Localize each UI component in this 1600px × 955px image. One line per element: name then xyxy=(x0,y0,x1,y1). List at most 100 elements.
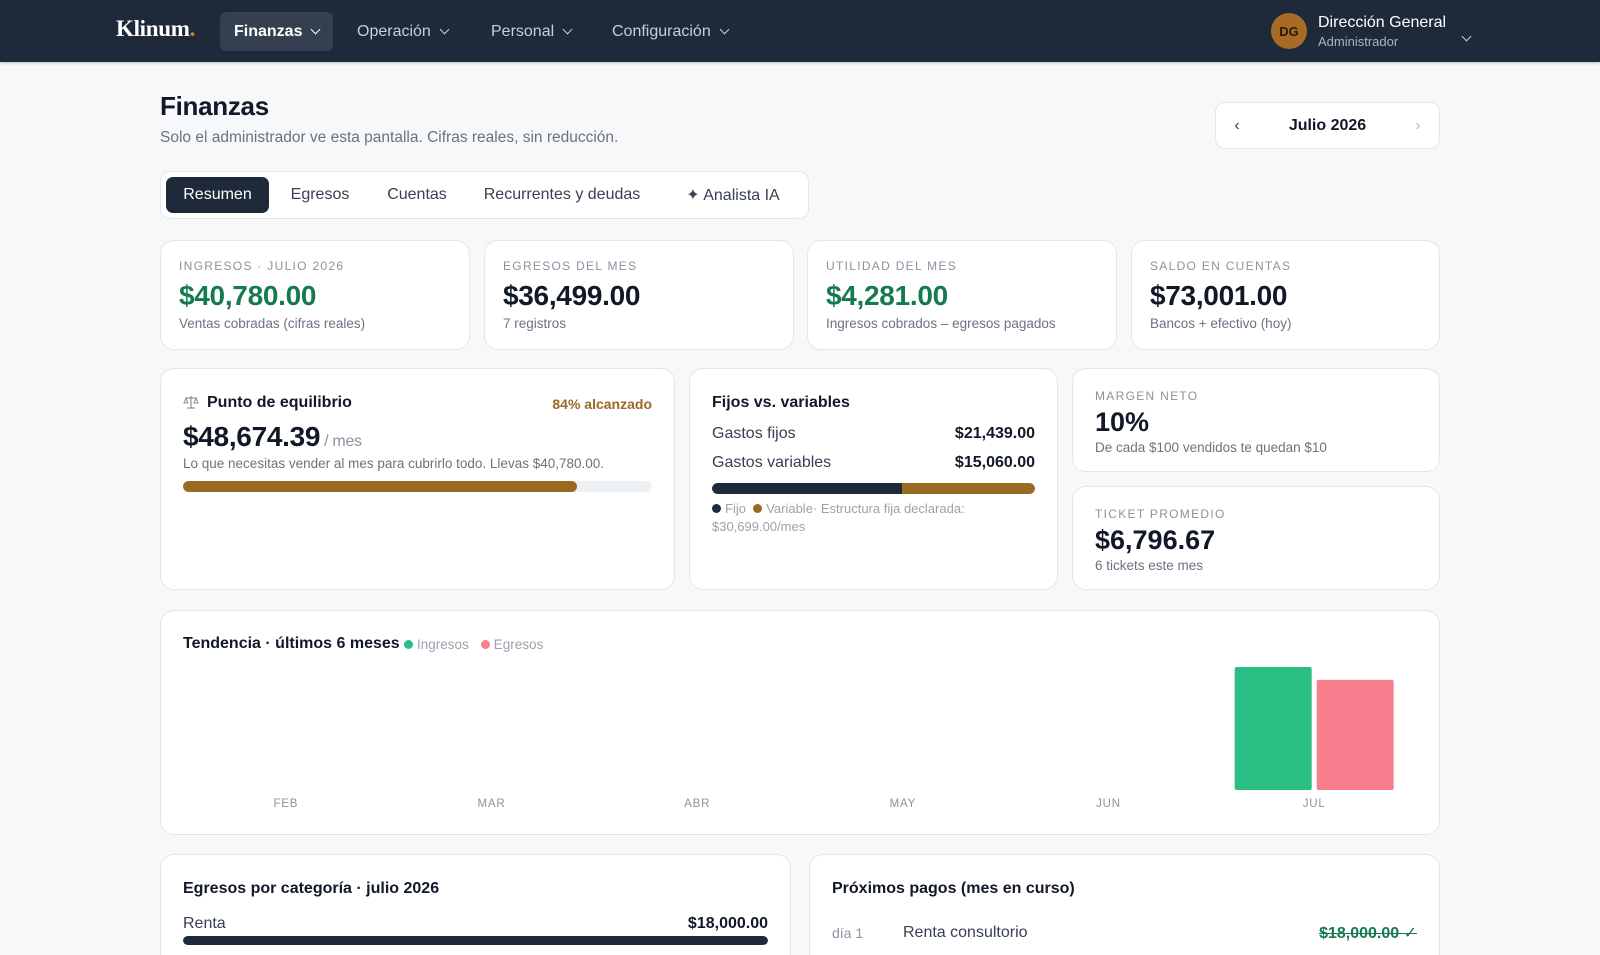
nav-label: Operación xyxy=(357,22,431,40)
avg-ticket-note: 6 tickets este mes xyxy=(1095,558,1204,573)
x-tick-label: JUN xyxy=(1096,798,1121,810)
category-label: Renta xyxy=(183,915,226,932)
trend-chart: FEB MAR ABR MAY JUN JUL xyxy=(273,667,1394,810)
fixed-row: Gastos fijos $21,439.00 xyxy=(712,425,1035,443)
legend-dot-variable xyxy=(753,504,763,513)
breakeven-value: $48,674.39/ mes xyxy=(183,421,362,453)
tab-recurrentes[interactable]: Recurrentes y deudas xyxy=(468,177,656,213)
tab-egresos[interactable]: Egresos xyxy=(274,177,366,213)
nav-label: Finanzas xyxy=(234,22,303,40)
chevron-down-icon xyxy=(719,24,730,35)
kpi-value: $4,281.00 xyxy=(826,280,948,311)
avatar[interactable]: DG xyxy=(1271,13,1307,49)
section-tabs: Resumen Egresos Cuentas Recurrentes y de… xyxy=(160,171,809,219)
category-bar-fill xyxy=(183,936,768,945)
nav-operacion[interactable]: Operación xyxy=(343,12,462,51)
user-role: Administrador xyxy=(1318,34,1399,49)
legend-dot-fixed xyxy=(712,504,721,513)
chevron-down-icon xyxy=(439,24,450,35)
x-tick-label: JUL xyxy=(1303,798,1326,810)
x-tick-label: FEB xyxy=(273,798,298,810)
kpi-note: 7 registros xyxy=(503,316,567,331)
category-amount: $18,000.00 xyxy=(687,915,768,932)
user-menu-toggle[interactable] xyxy=(1461,27,1472,45)
fixed-bar-segment xyxy=(712,483,902,494)
category-bar-track xyxy=(183,936,768,945)
fixed-variable-card: Fijos vs. variables Gastos fijos $21,439… xyxy=(689,368,1058,590)
category-expenses-card: Egresos por categoría · julio 2026 Renta… xyxy=(160,854,791,955)
tab-analista-ia[interactable]: ✦ Analista IA xyxy=(661,177,805,213)
page-subtitle: Solo el administrador ve esta pantalla. … xyxy=(160,129,619,146)
upcoming-payments-title: Próximos pagos (mes en curso) xyxy=(832,880,1075,897)
avg-ticket-card: Ticket promedio $6,796.67 6 tickets este… xyxy=(1072,486,1440,590)
month-label: Julio 2026 xyxy=(1288,116,1367,134)
variable-amount: $15,060.00 xyxy=(954,454,1035,471)
payment-day: día 1 xyxy=(832,925,864,941)
kpi-card-utilidad: Utilidad del mes $4,281.00 Ingresos cobr… xyxy=(807,240,1117,350)
nav-configuracion[interactable]: Configuración xyxy=(598,12,742,51)
variable-label: Gastos variables xyxy=(712,454,832,471)
fixed-variable-bar xyxy=(712,483,1035,494)
fixed-variable-title: Fijos vs. variables xyxy=(712,394,850,411)
breakeven-title: Punto de equilibrio xyxy=(207,394,352,411)
chevron-left-icon[interactable]: ‹ xyxy=(1230,117,1244,135)
upcoming-payments-card: Próximos pagos (mes en curso) día 1 Rent… xyxy=(809,854,1440,955)
trend-card: Tendencia · últimos 6 meses Ingresos Egr… xyxy=(160,610,1440,835)
category-expenses-title: Egresos por categoría · julio 2026 xyxy=(183,880,440,897)
legend-fixed-label: Fijo xyxy=(725,501,746,516)
kpi-label: Saldo en cuentas xyxy=(1150,259,1292,273)
app-logo[interactable]: Klinum. xyxy=(116,16,195,42)
fixed-label: Gastos fijos xyxy=(712,425,796,442)
payment-row[interactable]: día 1 Renta consultorio $18,000.00 ✓ xyxy=(832,923,1417,943)
chevron-right-icon[interactable]: › xyxy=(1411,117,1425,135)
fixed-variable-legend: Fijo Variable· Estructura fija declarada… xyxy=(712,500,1012,536)
breakeven-card: Punto de equilibrio 84% alcanzado $48,67… xyxy=(160,368,675,590)
variable-row: Gastos variables $15,060.00 xyxy=(712,454,1035,472)
month-picker: ‹ Julio 2026 › xyxy=(1215,102,1440,149)
kpi-label: Utilidad del mes xyxy=(826,259,958,273)
avg-ticket-value: $6,796.67 xyxy=(1095,525,1216,555)
category-row: Renta $18,000.00 xyxy=(183,915,768,933)
chevron-down-icon xyxy=(1461,31,1472,42)
breakeven-unit: / mes xyxy=(324,433,362,450)
kpi-label: Egresos del mes xyxy=(503,259,638,273)
fixed-structure-note: · Estructura fija declarada: $30,699.00/… xyxy=(712,501,965,534)
nav-personal[interactable]: Personal xyxy=(477,12,585,51)
net-margin-label: Margen neto xyxy=(1095,389,1199,403)
kpi-note: Ingresos cobrados – egresos pagados xyxy=(826,316,1056,331)
net-margin-card: Margen neto 10% De cada $100 vendidos te… xyxy=(1072,368,1440,472)
kpi-note: Bancos + efectivo (hoy) xyxy=(1150,316,1292,331)
x-tick-label: MAR xyxy=(478,798,506,810)
legend-variable-label: Variable xyxy=(766,501,813,516)
payment-amount: $18,000.00 ✓ xyxy=(1319,925,1417,942)
x-tick-label: MAY xyxy=(890,798,916,810)
net-margin-value: 10% xyxy=(1095,407,1150,437)
breakeven-note: Lo que necesitas vender al mes para cubr… xyxy=(183,456,605,471)
kpi-value: $40,780.00 xyxy=(179,280,317,311)
kpi-label: Ingresos · Julio 2026 xyxy=(179,259,345,273)
payment-name: Renta consultorio xyxy=(903,924,1028,941)
kpi-card-egresos: Egresos del mes $36,499.00 7 registros xyxy=(484,240,794,350)
kpi-card-ingresos: Ingresos · Julio 2026 $40,780.00 Ventas … xyxy=(160,240,470,350)
kpi-note: Ventas cobradas (cifras reales) xyxy=(179,316,366,331)
nav-label: Configuración xyxy=(612,22,711,40)
breakeven-progress-fill xyxy=(183,481,577,492)
net-margin-note: De cada $100 vendidos te quedan $10 xyxy=(1095,440,1327,455)
breakeven-badge: 84% alcanzado xyxy=(552,396,652,412)
nav-finanzas[interactable]: Finanzas xyxy=(220,12,334,51)
tab-resumen[interactable]: Resumen xyxy=(166,177,269,213)
breakeven-progress-track xyxy=(183,481,652,492)
tab-cuentas[interactable]: Cuentas xyxy=(371,177,463,213)
avg-ticket-label: Ticket promedio xyxy=(1095,507,1226,521)
page-title: Finanzas xyxy=(160,91,269,121)
x-tick-label: ABR xyxy=(684,798,710,810)
chevron-down-icon xyxy=(311,24,321,35)
user-name[interactable]: Dirección General xyxy=(1318,14,1446,32)
chevron-down-icon xyxy=(562,24,573,35)
nav-label: Personal xyxy=(491,22,555,40)
variable-bar-segment xyxy=(901,483,1035,494)
bar-ingresos-jul xyxy=(1234,667,1312,790)
kpi-value: $36,499.00 xyxy=(503,280,641,311)
top-navbar: Klinum. Finanzas Operación Personal Conf… xyxy=(0,0,1600,62)
scale-icon xyxy=(183,396,199,409)
